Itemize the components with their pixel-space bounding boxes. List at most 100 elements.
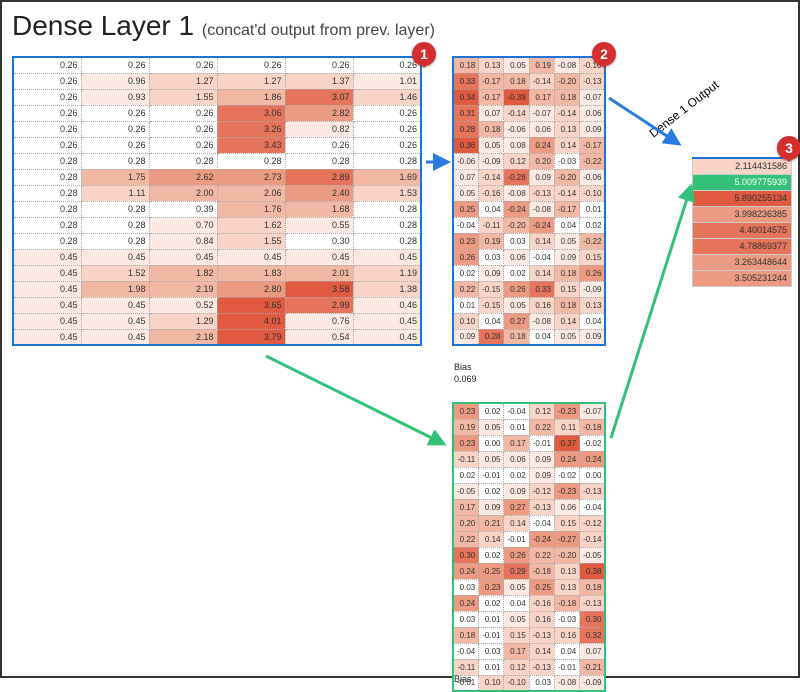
matrix-cell: 0.03 xyxy=(453,579,479,595)
matrix-cell: -0.20 xyxy=(554,169,579,185)
matrix-cell: -0.13 xyxy=(580,483,606,499)
matrix-cell: -0.03 xyxy=(554,153,579,169)
matrix-cell: 0.01 xyxy=(580,201,606,217)
matrix-cell: 0.76 xyxy=(285,313,353,329)
output-cell: 4.78869377 xyxy=(693,238,792,254)
matrix-cell: 0.26 xyxy=(353,105,421,121)
matrix-cell: 0.14 xyxy=(529,265,554,281)
matrix-cell: 0.28 xyxy=(13,217,81,233)
matrix-cell: 0.14 xyxy=(529,643,554,659)
matrix-cell: 0.04 xyxy=(504,595,529,611)
matrix-cell: -0.01 xyxy=(479,627,504,643)
matrix-cell: 0.02 xyxy=(479,403,504,419)
matrix-cell: 0.28 xyxy=(13,201,81,217)
matrix-cell: 0.17 xyxy=(504,435,529,451)
matrix-cell: -0.06 xyxy=(453,153,479,169)
matrix-cell: -0.09 xyxy=(479,153,504,169)
matrix-cell: 0.45 xyxy=(353,249,421,265)
matrix-cell: 0.06 xyxy=(529,121,554,137)
matrix-cell: 0.18 xyxy=(453,57,479,73)
matrix-cell: 0.23 xyxy=(453,403,479,419)
matrix-cell: 0.09 xyxy=(529,169,554,185)
matrix-cell: -0.08 xyxy=(554,675,579,691)
matrix-cell: 0.26 xyxy=(81,137,149,153)
matrix-cell: 0.22 xyxy=(453,531,479,547)
matrix-cell: -0.12 xyxy=(529,483,554,499)
matrix-cell: 1.11 xyxy=(81,185,149,201)
matrix-cell: 0.82 xyxy=(285,121,353,137)
matrix-cell: 0.04 xyxy=(479,313,504,329)
matrix-cell: 0.30 xyxy=(453,547,479,563)
matrix-cell: 1.76 xyxy=(217,201,285,217)
matrix-cell: -0.22 xyxy=(580,233,606,249)
matrix-cell: 0.28 xyxy=(81,201,149,217)
matrix-cell: -0.04 xyxy=(580,499,606,515)
matrix-cell: 0.34 xyxy=(453,89,479,105)
matrix-cell: 3.06 xyxy=(217,105,285,121)
matrix-cell: 0.54 xyxy=(285,329,353,345)
matrix-cell: 0.37 xyxy=(554,435,579,451)
matrix-cell: 0.26 xyxy=(13,121,81,137)
matrix-cell: 2.89 xyxy=(285,169,353,185)
matrix-cell: 0.45 xyxy=(13,329,81,345)
matrix-cell: 0.26 xyxy=(81,105,149,121)
matrix-cell: 1.69 xyxy=(353,169,421,185)
matrix-cell: 0.26 xyxy=(13,137,81,153)
matrix-cell: 0.18 xyxy=(580,579,606,595)
page-title: Dense Layer 1 (concat'd output from prev… xyxy=(12,10,435,42)
matrix-cell: 1.68 xyxy=(285,201,353,217)
matrix-cell: -0.04 xyxy=(453,643,479,659)
matrix-cell: 0.24 xyxy=(529,137,554,153)
matrix-cell: 0.06 xyxy=(504,451,529,467)
matrix-cell: 0.11 xyxy=(554,419,579,435)
matrix-cell: -0.11 xyxy=(453,451,479,467)
matrix-cell: 0.28 xyxy=(149,153,217,169)
badge-1: 1 xyxy=(412,42,436,66)
matrix-cell: 0.02 xyxy=(453,467,479,483)
matrix-cell: 0.17 xyxy=(504,643,529,659)
matrix-cell: -0.08 xyxy=(529,313,554,329)
matrix-cell: 0.02 xyxy=(504,265,529,281)
matrix-cell: 0.04 xyxy=(554,217,579,233)
matrix-cell: 0.26 xyxy=(149,121,217,137)
matrix-cell: 0.45 xyxy=(81,329,149,345)
matrix-cell: 0.04 xyxy=(580,313,606,329)
matrix-cell: 0.28 xyxy=(285,153,353,169)
matrix-cell: 0.18 xyxy=(554,265,579,281)
matrix-cell: -0.24 xyxy=(529,217,554,233)
output-cell: 4.40014575 xyxy=(693,222,792,238)
matrix-cell: 2.62 xyxy=(149,169,217,185)
matrix-cell: -0.08 xyxy=(529,201,554,217)
matrix-cell: 1.46 xyxy=(353,89,421,105)
matrix-cell: 0.09 xyxy=(529,451,554,467)
bias2-label: Bias xyxy=(454,674,472,684)
matrix-cell: -0.39 xyxy=(504,89,529,105)
matrix-cell: 0.09 xyxy=(580,329,606,345)
matrix-cell: 0.14 xyxy=(529,233,554,249)
matrix-cell: 0.01 xyxy=(479,659,504,675)
matrix-cell: 0.03 xyxy=(453,611,479,627)
matrix-cell: -0.02 xyxy=(554,467,579,483)
matrix-cell: 0.39 xyxy=(149,201,217,217)
matrix-cell: 3.58 xyxy=(285,281,353,297)
matrix-cell: -0.14 xyxy=(554,185,579,201)
matrix-cell: 0.18 xyxy=(504,73,529,89)
matrix-cell: 1.98 xyxy=(81,281,149,297)
matrix-cell: 0.13 xyxy=(479,57,504,73)
matrix-cell: 1.75 xyxy=(81,169,149,185)
matrix-cell: 3.65 xyxy=(217,297,285,313)
matrix-cell: -0.21 xyxy=(580,659,606,675)
matrix-cell: -0.17 xyxy=(554,201,579,217)
matrix-cell: 4.01 xyxy=(217,313,285,329)
output-cell: 2.114431586 xyxy=(693,158,792,174)
matrix-cell: 0.14 xyxy=(554,137,579,153)
matrix-cell: 0.08 xyxy=(504,137,529,153)
matrix-cell: -0.02 xyxy=(580,435,606,451)
matrix-cell: 0.28 xyxy=(353,233,421,249)
matrix-cell: -0.13 xyxy=(580,595,606,611)
matrix-cell: 0.03 xyxy=(479,643,504,659)
matrix-cell: -0.14 xyxy=(554,105,579,121)
matrix-cell: -0.24 xyxy=(529,531,554,547)
matrix-cell: -0.20 xyxy=(554,547,579,563)
matrix-cell: 0.45 xyxy=(13,265,81,281)
